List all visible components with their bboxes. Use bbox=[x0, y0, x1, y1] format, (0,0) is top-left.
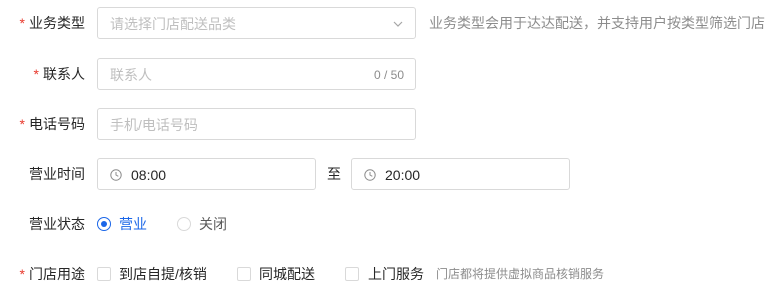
business-type-select[interactable]: 请选择门店配送品类 bbox=[97, 7, 416, 39]
usage-option-label[interactable]: 同城配送 bbox=[259, 264, 315, 284]
chevron-down-icon bbox=[393, 21, 403, 27]
end-time-value: 20:00 bbox=[385, 167, 421, 183]
status-option-label[interactable]: 营业 bbox=[119, 214, 147, 234]
contact-placeholder: 联系人 bbox=[110, 67, 152, 83]
contact-char-counter: 0 / 50 bbox=[373, 68, 404, 82]
phone-input[interactable]: 手机/电话号码 bbox=[97, 108, 416, 140]
contact-label: * 联系人 bbox=[33, 66, 85, 82]
radio-unselected[interactable] bbox=[177, 217, 191, 231]
business-type-hint: 业务类型会用于达达配送，并支持用户按类型筛选门店 bbox=[429, 15, 765, 31]
required-mark: * bbox=[19, 15, 25, 31]
time-range-separator: 至 bbox=[327, 166, 341, 182]
usage-hint: 门店都将提供虚拟商品核销服务 bbox=[436, 267, 605, 281]
usage-option-label[interactable]: 上门服务 bbox=[368, 264, 424, 284]
business-type-placeholder: 请选择门店配送品类 bbox=[110, 16, 236, 32]
phone-label: * 电话号码 bbox=[19, 116, 85, 132]
start-time-value: 08:00 bbox=[131, 167, 167, 183]
checkbox[interactable] bbox=[237, 267, 251, 281]
required-mark: * bbox=[19, 266, 25, 282]
required-mark: * bbox=[19, 116, 25, 132]
radio-selected[interactable] bbox=[97, 217, 111, 231]
clock-icon bbox=[110, 169, 122, 181]
usage-option-label[interactable]: 到店自提/核销 bbox=[119, 264, 207, 284]
status-label: 营业状态 bbox=[29, 216, 85, 232]
start-time-picker[interactable]: 08:00 bbox=[97, 158, 316, 190]
checkbox[interactable] bbox=[97, 267, 111, 281]
checkbox[interactable] bbox=[345, 267, 359, 281]
phone-placeholder: 手机/电话号码 bbox=[110, 117, 198, 133]
clock-icon bbox=[364, 169, 376, 181]
contact-input[interactable]: 联系人 0 / 50 bbox=[97, 58, 416, 90]
hours-label: 营业时间 bbox=[29, 166, 85, 182]
usage-label: * 门店用途 bbox=[19, 266, 85, 282]
business-type-label: * 业务类型 bbox=[19, 15, 85, 31]
required-mark: * bbox=[33, 66, 39, 82]
end-time-picker[interactable]: 20:00 bbox=[351, 158, 570, 190]
status-option-label[interactable]: 关闭 bbox=[199, 214, 227, 234]
